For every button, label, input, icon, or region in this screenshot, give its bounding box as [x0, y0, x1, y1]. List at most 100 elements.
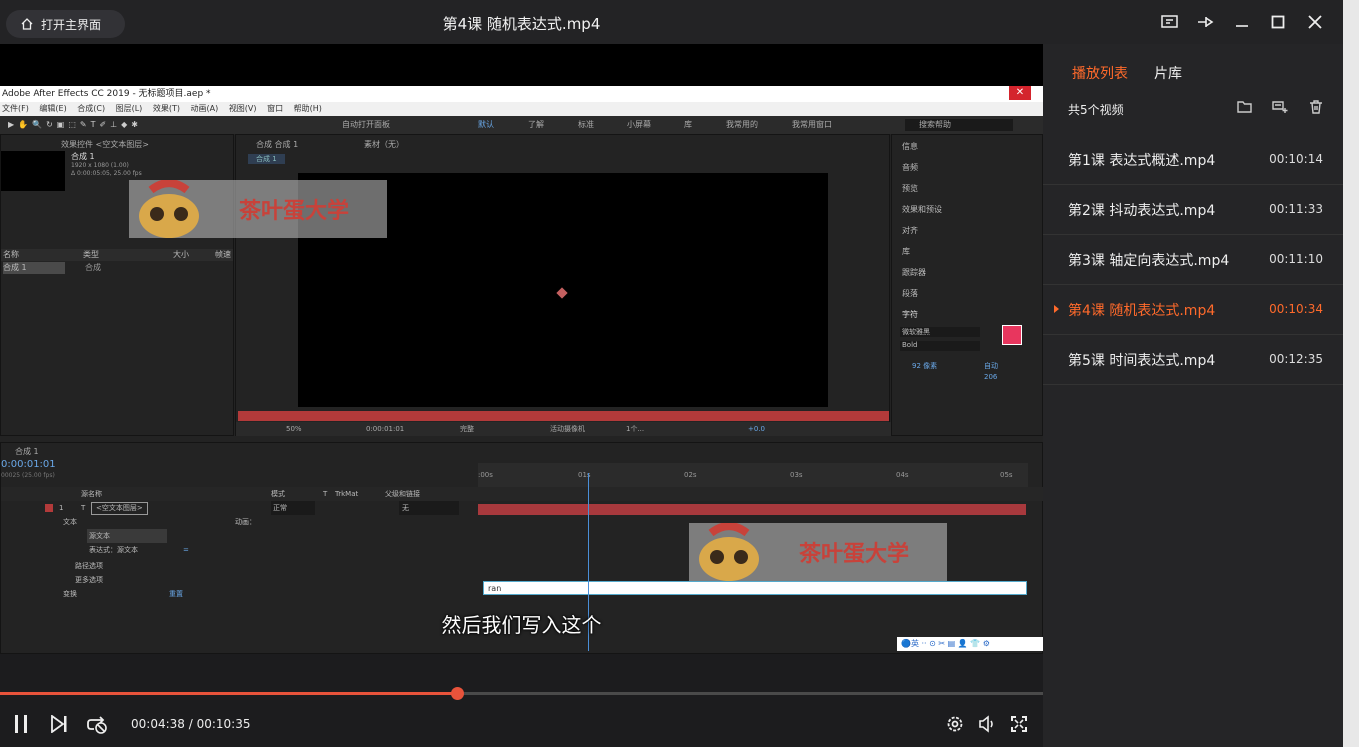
ae-workspace: 我常用窗口: [792, 120, 832, 129]
ae-col: 名称: [3, 250, 19, 259]
playing-arrow-icon: [1054, 305, 1059, 313]
ae-project-row: 合成 1 合成: [1, 262, 233, 274]
ae-comp-subtab: 合成 1: [248, 154, 285, 164]
progress-bar[interactable]: [0, 687, 1043, 700]
ae-ruler-tick: 04s: [896, 471, 909, 479]
ae-font-style: Bold: [900, 341, 980, 351]
ae-comp-info: Δ 0:00:05:05, 25.00 fps: [71, 170, 142, 177]
ae-layer-mode: 正常: [271, 501, 315, 515]
video-viewport[interactable]: Adobe After Effects CC 2019 - 无标题项目.aep …: [0, 44, 1043, 654]
ae-project-columns: 名称 类型 大小 帧速: [1, 249, 233, 261]
pin-top-button[interactable]: [1195, 12, 1215, 32]
ae-quality: 完整: [460, 425, 474, 433]
fullscreen-button[interactable]: [1008, 713, 1030, 735]
ae-prop: 路径选项: [75, 562, 103, 570]
playlist-item-duration: 00:10:34: [1269, 302, 1323, 316]
maximize-button[interactable]: [1268, 12, 1288, 32]
ae-workspace: 标准: [578, 120, 594, 129]
ae-ruler-tick: 03s: [790, 471, 803, 479]
playlist-item[interactable]: 第2课 抖动表达式.mp4 00:11:33: [1043, 185, 1343, 235]
progress-fill: [0, 692, 457, 695]
ae-error-bar: [238, 411, 889, 421]
open-folder-button[interactable]: [1237, 99, 1253, 115]
playlist-item-duration: 00:11:10: [1269, 252, 1323, 266]
ae-panel-label: 音频: [902, 163, 918, 172]
next-button[interactable]: [48, 713, 70, 735]
fill-color-swatch: [1002, 325, 1022, 345]
ae-title-bar: Adobe After Effects CC 2019 - 无标题项目.aep …: [0, 86, 1043, 102]
playlist-item[interactable]: 第5课 时间表达式.mp4 00:12:35: [1043, 335, 1343, 385]
ae-expression-field: ran: [483, 581, 1027, 595]
ae-timeline-columns: 源名称 模式 T TrkMat 父级和链接: [1, 487, 1043, 501]
ae-info-panel: 信息 音频 预览 效果和预设 对齐 库 跟踪器 段落 字符 微软雅黑 Bold …: [891, 134, 1043, 436]
mini-mode-icon: [1161, 15, 1178, 28]
ae-exposure: +0.0: [748, 425, 765, 433]
anchor-point-icon: [556, 287, 568, 299]
ae-col: 模式: [271, 490, 285, 498]
ae-layer-parent: 无: [399, 501, 459, 515]
minimize-icon: [1236, 25, 1248, 27]
ae-timeline-fps: 00025 (25.00 fps): [1, 472, 55, 479]
ae-menu-bar: 文件(F) 编辑(E) 合成(C) 图层(L) 效果(T) 动画(A) 视图(V…: [0, 102, 1043, 116]
ae-comp-footer: 50% 0:00:01:01 完整 活动摄像机 1个... +0.0: [236, 422, 891, 436]
ae-font-size: 92 像素: [912, 362, 938, 370]
playlist-item-active[interactable]: 第4课 随机表达式.mp4 00:10:34: [1043, 285, 1343, 335]
watermark-text: 茶叶蛋大学: [239, 199, 350, 224]
ime-toolbar: 🔵英 ·· ⊙ ✂ ▤ 👤 👕 ⚙: [897, 637, 1043, 651]
ae-workspace: 小屏幕: [627, 120, 651, 129]
ae-col: T: [323, 490, 328, 498]
ae-row-name: 合成 1: [3, 262, 65, 274]
ae-panel-label: 跟踪器: [902, 268, 926, 277]
delete-button[interactable]: [1308, 99, 1324, 115]
sidebar-title-area: [1043, 0, 1343, 44]
ae-workspace: 默认: [478, 120, 494, 129]
ae-comp-info: 1920 x 1080 (1.00): [71, 162, 129, 169]
ae-panel-label: 对齐: [902, 226, 918, 235]
playlist-item-title: 第4课 随机表达式.mp4: [1068, 303, 1216, 319]
ae-prop: 文本: [63, 518, 77, 526]
pin-icon: [1198, 17, 1214, 27]
playlist-item[interactable]: 第3课 轴定向表达式.mp4 00:11:10: [1043, 235, 1343, 285]
volume-icon: [979, 715, 993, 733]
tab-library[interactable]: 片库: [1154, 63, 1182, 83]
progress-handle[interactable]: [450, 687, 464, 700]
video-player-window: 打开主界面 第4课 随机表达式.mp4 Adobe After Effects …: [0, 0, 1359, 747]
settings-button[interactable]: [944, 713, 966, 735]
ae-layer-duration-bar: [478, 504, 1026, 515]
ae-col: 类型: [83, 250, 99, 259]
ae-workspace: 库: [684, 120, 692, 129]
video-subtitle: 然后我们写入这个: [441, 613, 602, 637]
close-icon: [1308, 15, 1322, 29]
playlist-sidebar: 播放列表 片库 共5个视频 第1课 表达式概述.mp4 00:10:14 第2课…: [1043, 44, 1343, 747]
mini-mode-button[interactable]: [1160, 12, 1180, 32]
watermark-mascot-icon: [129, 179, 209, 238]
ae-comp-tab: 合成 合成 1: [256, 140, 299, 149]
playlist-item-duration: 00:12:35: [1269, 352, 1323, 366]
watermark-mascot-icon: [689, 522, 769, 581]
pause-button[interactable]: [10, 713, 32, 735]
playlist-item[interactable]: 第1课 表达式概述.mp4 00:10:14: [1043, 135, 1343, 185]
tab-playlist[interactable]: 播放列表: [1072, 63, 1128, 83]
watermark: 茶叶蛋大学: [129, 179, 387, 238]
loop-off-button[interactable]: [86, 713, 108, 735]
ae-panel-label: 预览: [902, 184, 918, 193]
ae-views: 1个...: [626, 425, 645, 433]
ae-camera: 活动摄像机: [550, 425, 585, 433]
player-controls: 00:04:38 / 00:10:35: [0, 700, 1043, 747]
ae-panel-label: 信息: [902, 142, 918, 151]
playlist-item-duration: 00:10:14: [1269, 152, 1323, 166]
volume-button[interactable]: [976, 713, 998, 735]
loop-off-icon: [87, 716, 107, 734]
minimize-button[interactable]: [1232, 12, 1252, 32]
ae-toolbar: ▶✋🔍↻▣⬚✎T✐⊥◆✱ 自动打开面板 默认 了解 标准 小屏幕 库 我常用的 …: [0, 116, 1043, 134]
ae-panel-label: 库: [902, 247, 910, 256]
playlist-item-title: 第3课 轴定向表达式.mp4: [1068, 253, 1230, 269]
ae-menu-item: 窗口: [267, 104, 284, 113]
ae-prop: 更多选项: [75, 576, 103, 584]
ae-comp-name: 合成 1: [71, 152, 95, 161]
desktop-edge: [1343, 0, 1359, 747]
playlist-item-title: 第1课 表达式概述.mp4: [1068, 153, 1216, 169]
ae-workspace: 了解: [528, 120, 544, 129]
close-button[interactable]: [1305, 12, 1325, 32]
add-to-list-button[interactable]: [1272, 99, 1288, 115]
